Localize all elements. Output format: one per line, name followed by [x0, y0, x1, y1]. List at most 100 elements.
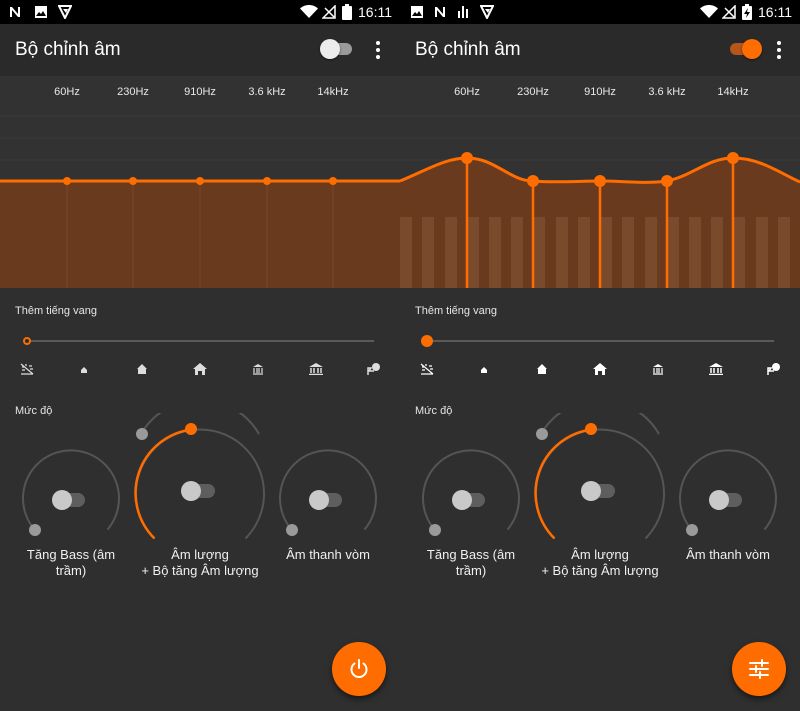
battery-charging-icon [742, 4, 752, 20]
bass-boost-label: Tăng Bass (âm trầm) [26, 547, 116, 578]
reverb-slider-thumb[interactable] [23, 337, 31, 345]
plate-icon [767, 363, 780, 375]
eq-band-handle-3-6khz[interactable] [263, 177, 271, 185]
page-title: Bộ chỉnh âm [15, 39, 121, 60]
freq-label-910hz: 910Hz [184, 86, 216, 98]
volume-boost-label: Âm lượng + Bộ tăng Âm lượng [541, 547, 659, 578]
large-hall-icon [309, 363, 323, 375]
n-icon [8, 5, 22, 19]
reverb-slider-track[interactable] [427, 340, 774, 342]
wifi-icon [700, 5, 718, 19]
equalizer-bars-icon [457, 5, 471, 19]
knob-handle[interactable] [429, 524, 441, 536]
battery-icon [342, 4, 352, 20]
none-icon [420, 363, 434, 375]
medium-hall-icon [253, 364, 263, 375]
bass-toggle-thumb[interactable] [452, 490, 472, 510]
eq-curve[interactable] [0, 76, 400, 288]
volume-toggle-thumb[interactable] [581, 481, 601, 501]
boost-knob-handle[interactable] [136, 428, 148, 440]
eq-band-handle-3-6khz[interactable] [661, 175, 673, 187]
medium-room-icon [137, 364, 147, 374]
eq-curve[interactable] [400, 76, 800, 288]
volume-knob-handle[interactable] [585, 423, 597, 435]
reverb-label: Thêm tiếng vang [15, 305, 97, 317]
no-signal-icon [321, 4, 336, 19]
n-icon [433, 5, 447, 19]
switch-thumb [742, 39, 762, 59]
status-bar: 16:11 [0, 0, 400, 24]
volume-toggle-thumb[interactable] [181, 481, 201, 501]
tune-sliders-icon [749, 659, 769, 679]
freq-label-3-6khz: 3.6 kHz [248, 86, 286, 98]
bass-toggle-thumb[interactable] [52, 490, 72, 510]
bass-boost-knob[interactable] [416, 445, 526, 555]
none-icon [20, 363, 34, 375]
knob-handle[interactable] [29, 524, 41, 536]
freq-label-60hz: 60Hz [454, 86, 480, 98]
surround-knob[interactable] [273, 445, 383, 555]
level-label: Mức độ [15, 405, 53, 417]
surround-toggle-thumb[interactable] [709, 490, 729, 510]
freq-label-60hz: 60Hz [54, 86, 80, 98]
eq-band-handle-60hz[interactable] [461, 152, 473, 164]
image-icon [410, 5, 424, 19]
volume-boost-label: Âm lượng + Bộ tăng Âm lượng [141, 547, 259, 578]
freq-label-3-6khz: 3.6 kHz [648, 86, 686, 98]
reverb-slider-thumb[interactable] [421, 335, 433, 347]
tune-settings-button[interactable] [732, 642, 786, 696]
freq-label-910hz: 910Hz [584, 86, 616, 98]
knob-handle[interactable] [286, 524, 298, 536]
large-hall-icon [709, 363, 723, 375]
freq-label-14khz: 14kHz [317, 86, 349, 98]
power-icon [350, 659, 368, 678]
knob-handle[interactable] [686, 524, 698, 536]
vpn-icon [57, 5, 73, 21]
volume-knob-handle[interactable] [185, 423, 197, 435]
medium-hall-icon [653, 364, 663, 375]
eq-band-handle-14khz[interactable] [727, 152, 739, 164]
app-bar: Bộ chỉnh âm [0, 24, 400, 76]
level-label: Mức độ [415, 405, 453, 417]
equalizer-graph[interactable]: 60Hz 230Hz 910Hz 3.6 kHz 14kHz [0, 76, 400, 288]
more-options-icon[interactable] [370, 38, 386, 62]
clock: 16:11 [758, 4, 792, 20]
page-title: Bộ chỉnh âm [415, 39, 521, 60]
eq-band-handle-910hz[interactable] [594, 175, 606, 187]
surround-knob[interactable] [673, 445, 783, 555]
bass-boost-label: Tăng Bass (âm trầm) [426, 547, 516, 578]
equalizer-graph[interactable]: 60Hz 230Hz 910Hz 3.6 kHz 14kHz [400, 76, 800, 288]
volume-boost-knob[interactable] [125, 413, 275, 563]
large-room-icon [593, 363, 607, 375]
eq-band-handle-14khz[interactable] [329, 177, 337, 185]
freq-label-230hz: 230Hz [517, 86, 549, 98]
eq-band-handle-60hz[interactable] [63, 177, 71, 185]
bass-boost-knob[interactable] [16, 445, 126, 555]
vpn-icon [479, 5, 495, 21]
medium-room-icon [537, 364, 547, 374]
eq-band-handle-910hz[interactable] [196, 177, 204, 185]
power-button[interactable] [332, 642, 386, 696]
more-options-icon[interactable] [771, 38, 787, 62]
surround-label: Âm thanh vòm [686, 547, 770, 562]
wifi-icon [300, 5, 318, 19]
master-switch[interactable] [320, 39, 354, 59]
equalizer-screen-off: 16:11 Bộ chỉnh âm 60Hz 230Hz 910Hz 3.6 k… [0, 0, 400, 711]
eq-band-handle-230hz[interactable] [129, 177, 137, 185]
plate-icon [367, 363, 380, 375]
boost-knob-handle[interactable] [536, 428, 548, 440]
eq-band-handle-230hz[interactable] [527, 175, 539, 187]
surround-toggle-thumb[interactable] [309, 490, 329, 510]
small-room-icon [81, 367, 87, 373]
grid-lines [400, 115, 800, 161]
status-bar: 16:11 [400, 0, 800, 24]
grid-lines [0, 115, 400, 161]
volume-boost-knob[interactable] [525, 413, 675, 563]
small-room-icon [481, 367, 487, 373]
reverb-slider-track[interactable] [27, 340, 374, 342]
switch-thumb [320, 39, 340, 59]
app-bar: Bộ chỉnh âm [400, 24, 800, 76]
master-switch[interactable] [728, 39, 762, 59]
reverb-label: Thêm tiếng vang [415, 305, 497, 317]
equalizer-screen-on: 16:11 Bộ chỉnh âm 60Hz 230Hz 910Hz 3.6 k… [400, 0, 800, 711]
